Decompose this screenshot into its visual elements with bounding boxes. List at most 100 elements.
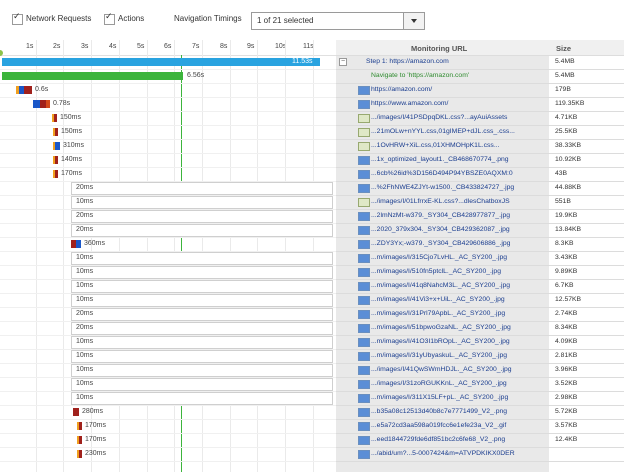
table-row[interactable]: ...e5a72cd3aa598a019fcc6e1efe23a_V2_.gif… bbox=[336, 419, 624, 434]
request-url[interactable]: .../images/I/41PSDpqDKL.css?...ayAuiAsse… bbox=[371, 114, 546, 121]
request-duration-bar[interactable] bbox=[71, 308, 333, 321]
table-row[interactable]: .../abid/um?...5-0007424&m=ATVPDKIKX0DER bbox=[336, 447, 624, 462]
request-duration-bar[interactable] bbox=[71, 392, 333, 405]
monitoring-url-header[interactable]: Monitoring URL bbox=[411, 44, 467, 53]
table-row[interactable]: .../images/I/41PSDpqDKL.css?...ayAuiAsse… bbox=[336, 111, 624, 126]
file-icon bbox=[358, 184, 370, 193]
step-duration-bar[interactable] bbox=[2, 58, 321, 66]
request-duration-bar[interactable] bbox=[53, 156, 58, 164]
table-row[interactable]: ...ZDY3Yx;-w379._SY304_CB429606886_.jpg 8… bbox=[336, 237, 624, 252]
request-duration-bar[interactable] bbox=[71, 280, 333, 293]
navigation-timings-select[interactable]: 1 of 21 selected bbox=[251, 12, 425, 30]
navigate-label[interactable]: Navigate to 'https://amazon.com' bbox=[371, 72, 546, 79]
collapse-icon[interactable]: − bbox=[339, 58, 347, 66]
table-row[interactable]: ...m/images/I/41O3I1bROpL._AC_SY200_.jpg… bbox=[336, 335, 624, 350]
css-file-icon bbox=[358, 198, 370, 207]
request-duration-bar[interactable] bbox=[52, 114, 57, 122]
request-url[interactable]: ...m/images/I/41q8NahcM3L._AC_SY200_.jpg bbox=[371, 282, 546, 289]
request-duration-bar[interactable] bbox=[71, 266, 333, 279]
request-url[interactable]: .../abid/um?...5-0007424&m=ATVPDKIKX0DER bbox=[371, 450, 546, 457]
request-url[interactable]: .../images/I/41QwSWmHDJL._AC_SY200_.jpg bbox=[371, 366, 546, 373]
size-header[interactable]: Size bbox=[556, 44, 571, 53]
actions-checkbox[interactable] bbox=[104, 12, 115, 25]
request-duration-bar[interactable] bbox=[73, 408, 79, 416]
table-row[interactable]: ...2020_379x304._SY304_CB429362087_.jpg 1… bbox=[336, 223, 624, 238]
table-row[interactable]: − Step 1: https://amazon.com 5.4MB bbox=[336, 55, 624, 70]
table-row[interactable]: .../images/I/41QwSWmHDJL._AC_SY200_.jpg 3… bbox=[336, 363, 624, 378]
table-row[interactable]: ...m/images/I/311X15LF+pL._AC_SY200_.jpg… bbox=[336, 391, 624, 406]
table-row[interactable]: ...1x_optimized_layout1._CB468670774_.pn… bbox=[336, 153, 624, 168]
table-row[interactable]: .../images/I/01LfrrxE-KL.css?...dlesChat… bbox=[336, 195, 624, 210]
table-row[interactable]: .../images/I/31zoRGUKKnL._AC_SY200_.jpg 3… bbox=[336, 377, 624, 392]
step-label[interactable]: Step 1: https://amazon.com bbox=[366, 58, 541, 65]
request-duration-bar[interactable] bbox=[53, 142, 60, 150]
table-row[interactable]: https://www.amazon.com/119.35KB bbox=[336, 97, 624, 112]
request-url[interactable]: ...%2FhNWE4ZJYt-w1500._CB433824727_.jpg bbox=[371, 184, 546, 191]
table-row[interactable]: ...m/images/I/31yUbyaskuL._AC_SY200_.jpg… bbox=[336, 349, 624, 364]
file-icon bbox=[358, 212, 370, 221]
request-duration-bar[interactable] bbox=[16, 86, 32, 94]
request-duration-bar[interactable] bbox=[77, 422, 82, 430]
request-url[interactable]: .../images/I/31zoRGUKKnL._AC_SY200_.jpg bbox=[371, 380, 546, 387]
request-duration-bar[interactable] bbox=[71, 182, 333, 195]
request-duration-bar[interactable] bbox=[77, 450, 82, 458]
timeline-row: 10ms bbox=[0, 279, 336, 294]
timeline-row: 170ms bbox=[0, 433, 336, 448]
request-url[interactable]: ...b35a08c12513d40b8c7e7771499_V2_.png bbox=[371, 408, 546, 415]
request-url[interactable]: ...m/images/I/510fn5ptclL._AC_SY200_.jpg bbox=[371, 268, 546, 275]
table-row[interactable]: ...m/images/I/51bpwoGzaNL._AC_SY200_.jpg… bbox=[336, 321, 624, 336]
table-row[interactable]: ...%2FhNWE4ZJYt-w1500._CB433824727_.jpg 4… bbox=[336, 181, 624, 196]
request-url[interactable]: ...1OvHRW+XiL.css,01XHMOHpK1L.css... bbox=[371, 142, 546, 149]
table-row[interactable]: ...21mOLw+nYYL.css,01gIMEP+dJL.css_.css.… bbox=[336, 125, 624, 140]
table-row[interactable]: Navigate to 'https://amazon.com' 5.4MB bbox=[336, 69, 624, 84]
request-duration-bar[interactable] bbox=[71, 196, 333, 209]
request-duration-bar[interactable] bbox=[33, 100, 50, 108]
request-duration-bar[interactable] bbox=[77, 436, 82, 444]
request-url[interactable]: ...2020_379x304._SY304_CB429362087_.jpg bbox=[371, 226, 546, 233]
request-url[interactable]: ...2lmNzMt-w379._SY304_CB428977877_.jpg bbox=[371, 212, 546, 219]
request-url[interactable]: ...eed1844729fde6df851bc2c6fe68_V2_.png bbox=[371, 436, 546, 443]
request-duration-bar[interactable] bbox=[53, 170, 58, 178]
chevron-down-icon[interactable] bbox=[403, 13, 424, 29]
table-row[interactable]: ...m/images/I/41Vi3+x+UiL._AC_SY200_.jpg… bbox=[336, 293, 624, 308]
request-duration-bar[interactable] bbox=[71, 364, 333, 377]
table-row[interactable]: ...2lmNzMt-w379._SY304_CB428977877_.jpg 1… bbox=[336, 209, 624, 224]
request-url[interactable]: ...m/images/I/41O3I1bROpL._AC_SY200_.jpg bbox=[371, 338, 546, 345]
request-url[interactable]: ...m/images/I/51bpwoGzaNL._AC_SY200_.jpg bbox=[371, 324, 546, 331]
request-url[interactable]: ...e5a72cd3aa598a019fcc6e1efe23a_V2_.gif bbox=[371, 422, 546, 429]
table-row[interactable]: ...m/images/I/315Cjo7LvHL._AC_SY200_.jpg… bbox=[336, 251, 624, 266]
request-url[interactable]: .../images/I/01LfrrxE-KL.css?...dlesChat… bbox=[371, 198, 546, 205]
request-url[interactable]: ...m/images/I/31yUbyaskuL._AC_SY200_.jpg bbox=[371, 352, 546, 359]
request-url[interactable]: ...m/images/I/311X15LF+pL._AC_SY200_.jpg bbox=[371, 394, 546, 401]
request-duration-bar[interactable] bbox=[71, 252, 333, 265]
request-duration-bar[interactable] bbox=[71, 224, 333, 237]
table-row[interactable]: ...m/images/I/31Prl79ApbL._AC_SY200_.jpg… bbox=[336, 307, 624, 322]
table-row[interactable]: ...m/images/I/510fn5ptclL._AC_SY200_.jpg… bbox=[336, 265, 624, 280]
table-row[interactable]: ...1OvHRW+XiL.css,01XHMOHpK1L.css... 38.3… bbox=[336, 139, 624, 154]
request-duration-bar[interactable] bbox=[71, 350, 333, 363]
request-duration-bar[interactable] bbox=[71, 336, 333, 349]
request-duration-bar[interactable] bbox=[53, 128, 58, 136]
request-duration-bar[interactable] bbox=[71, 210, 333, 223]
request-url[interactable]: ...21mOLw+nYYL.css,01gIMEP+dJL.css_.css.… bbox=[371, 128, 546, 135]
request-duration-bar[interactable] bbox=[71, 294, 333, 307]
request-duration-bar[interactable] bbox=[71, 322, 333, 335]
table-row[interactable]: ...m/images/I/41q8NahcM3L._AC_SY200_.jpg… bbox=[336, 279, 624, 294]
request-url[interactable]: https://amazon.com/ bbox=[371, 86, 546, 93]
request-url[interactable]: ...ZDY3Yx;-w379._SY304_CB429606886_.jpg bbox=[371, 240, 546, 247]
request-duration-bar[interactable] bbox=[71, 240, 81, 248]
table-row[interactable]: ...6cb%26id%3D156D494P94YBSZE0AQXM:0 43B bbox=[336, 167, 624, 182]
request-url[interactable]: ...m/images/I/41Vi3+x+UiL._AC_SY200_.jpg bbox=[371, 296, 546, 303]
table-row[interactable]: ...eed1844729fde6df851bc2c6fe68_V2_.png 1… bbox=[336, 433, 624, 448]
request-url[interactable]: ...1x_optimized_layout1._CB468670774_.pn… bbox=[371, 156, 546, 163]
request-url[interactable]: ...m/images/I/31Prl79ApbL._AC_SY200_.jpg bbox=[371, 310, 546, 317]
request-url[interactable]: https://www.amazon.com/ bbox=[371, 100, 546, 107]
network-requests-checkbox[interactable] bbox=[12, 12, 23, 25]
navigate-duration-bar[interactable] bbox=[2, 72, 184, 80]
table-row[interactable]: ...b35a08c12513d40b8c7e7771499_V2_.png 5.… bbox=[336, 405, 624, 420]
request-url[interactable]: ...m/images/I/315Cjo7LvHL._AC_SY200_.jpg bbox=[371, 254, 546, 261]
request-url[interactable]: ...6cb%26id%3D156D494P94YBSZE0AQXM:0 bbox=[371, 170, 546, 177]
table-row[interactable]: https://amazon.com/179B bbox=[336, 83, 624, 98]
request-duration-bar[interactable] bbox=[71, 378, 333, 391]
toolbar: Network Requests Actions Navigation Timi… bbox=[0, 0, 624, 40]
